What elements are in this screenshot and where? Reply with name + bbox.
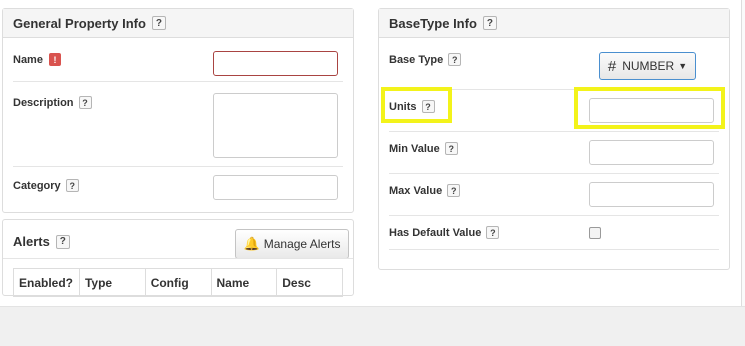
bell-icon: 🔔 [243, 236, 260, 251]
column-header-enabled[interactable]: Enabled? [13, 268, 80, 297]
help-icon[interactable]: ? [151, 16, 166, 30]
column-header-type[interactable]: Type [78, 268, 146, 297]
alerts-heading: Alerts ? [13, 234, 70, 249]
has-default-value-checkbox[interactable] [589, 227, 601, 239]
help-icon[interactable]: ? [486, 226, 500, 239]
name-row: Name ! [13, 39, 343, 82]
footer-bar [0, 306, 745, 346]
help-icon[interactable]: ? [65, 179, 79, 192]
manage-alerts-button[interactable]: 🔔 Manage Alerts [235, 229, 349, 259]
basetype-heading: BaseType Info ? [379, 9, 729, 38]
caret-down-icon: ▼ [678, 61, 688, 71]
help-icon[interactable]: ? [55, 234, 70, 249]
basetype-panel: BaseType Info ? Base Type ? # NUMBER ▼ U… [378, 8, 730, 270]
alerts-panel: Alerts ? 🔔 Manage Alerts Enabled? Type C… [2, 219, 354, 297]
alerts-title: Alerts [13, 234, 50, 249]
name-label: Name [13, 53, 43, 66]
base-type-value: NUMBER [622, 59, 675, 73]
default-value-label-group: Has Default Value ? [389, 226, 500, 239]
description-label: Description [13, 96, 74, 109]
default-value-row: Has Default Value ? [389, 216, 719, 250]
units-input-highlight [574, 87, 725, 129]
category-input[interactable] [213, 175, 338, 200]
alerts-divider [3, 258, 353, 259]
base-type-dropdown[interactable]: # NUMBER ▼ [599, 52, 696, 80]
name-input[interactable] [213, 51, 338, 76]
description-row: Description ? [13, 82, 343, 167]
column-header-name[interactable]: Name [210, 268, 278, 297]
max-value-input[interactable] [589, 182, 714, 207]
help-icon[interactable]: ? [448, 53, 462, 66]
category-label: Category [13, 179, 61, 192]
min-value-input[interactable] [589, 140, 714, 165]
units-label-highlight [381, 87, 452, 123]
description-label-group: Description ? [13, 96, 92, 109]
default-value-label: Has Default Value [389, 226, 482, 239]
error-icon: ! [48, 53, 61, 66]
manage-alerts-label: Manage Alerts [263, 237, 341, 251]
base-type-label: Base Type [389, 53, 444, 66]
min-value-row: Min Value ? [389, 132, 719, 174]
column-header-config[interactable]: Config [144, 268, 212, 297]
alerts-table: Enabled? Type Config Name Desc [13, 268, 343, 297]
number-type-icon: # [607, 57, 617, 75]
general-property-panel: General Property Info ? Name ! Descripti… [2, 8, 354, 213]
base-type-label-group: Base Type ? [389, 53, 462, 66]
basetype-title: BaseType Info [389, 15, 477, 31]
help-icon[interactable]: ? [482, 16, 497, 30]
right-edge [741, 0, 745, 306]
min-value-label: Min Value [389, 142, 440, 155]
alerts-table-header-row: Enabled? Type Config Name Desc [13, 268, 343, 297]
category-label-group: Category ? [13, 179, 79, 192]
min-value-label-group: Min Value ? [389, 142, 458, 155]
help-icon[interactable]: ? [444, 142, 458, 155]
help-icon[interactable]: ? [447, 184, 461, 197]
description-textarea[interactable] [213, 93, 338, 158]
general-property-heading: General Property Info ? [3, 9, 353, 38]
max-value-label-group: Max Value ? [389, 184, 461, 197]
help-icon[interactable]: ? [78, 96, 92, 109]
name-label-group: Name ! [13, 53, 61, 66]
max-value-row: Max Value ? [389, 174, 719, 216]
column-header-desc[interactable]: Desc [276, 268, 343, 297]
category-row: Category ? [13, 167, 343, 211]
general-property-title: General Property Info [13, 15, 146, 31]
max-value-label: Max Value [389, 184, 443, 197]
base-type-row: Base Type ? # NUMBER ▼ [389, 39, 719, 90]
